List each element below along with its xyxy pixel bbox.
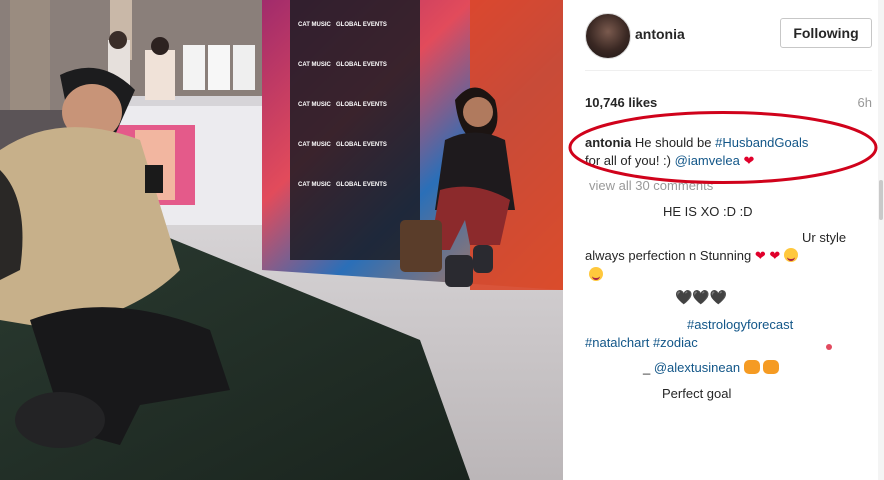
comment-mention[interactable]: @alextusinean: [654, 360, 740, 375]
svg-text:CAT MUSIC: CAT MUSIC: [298, 142, 332, 148]
post-sidebar: antonia Following 10,746 likes 6h antoni…: [563, 0, 884, 480]
comment-mention-line: _ @alextusinean: [643, 359, 780, 377]
svg-text:CAT MUSIC: CAT MUSIC: [298, 62, 332, 68]
comment-text: Perfect goal: [662, 386, 732, 401]
kissing-face-emoji-icon: [783, 248, 798, 262]
black-hearts-emoji-icon: 🖤🖤🖤: [675, 289, 728, 305]
comment-text-line: always perfection n Stunning ❤ ❤: [585, 247, 798, 265]
comments-scrollbar[interactable]: [878, 0, 884, 480]
svg-text:GLOBAL EVENTS: GLOBAL EVENTS: [336, 62, 387, 68]
comment-text: HE IS XO :D :D: [663, 204, 753, 219]
comment-text: Ur style: [802, 230, 847, 245]
svg-text:CAT MUSIC: CAT MUSIC: [298, 22, 332, 28]
avatar[interactable]: [585, 13, 631, 59]
post-username[interactable]: antonia: [635, 26, 685, 42]
hashtag-zodiac[interactable]: #zodiac: [653, 335, 698, 350]
heart-emoji-icon: ❤ ❤: [754, 248, 781, 263]
following-button[interactable]: Following: [780, 18, 872, 48]
svg-text:GLOBAL EVENTS: GLOBAL EVENTS: [336, 142, 387, 148]
kissing-face-emoji-icon: [589, 266, 603, 284]
svg-text:GLOBAL EVENTS: GLOBAL EVENTS: [336, 102, 387, 108]
comment-hashtags: #natalchart #zodiac: [585, 334, 698, 352]
header-divider: [585, 70, 872, 71]
svg-text:CAT MUSIC: CAT MUSIC: [298, 182, 332, 188]
photo-scene: CAT MUSIC GLOBAL EVENTS CAT MUSIC GLOBAL E…: [0, 0, 563, 480]
tiger-emoji-icon: [763, 360, 780, 374]
hashtag-astrologyforecast[interactable]: #astrologyforecast: [687, 316, 793, 334]
scrollbar-thumb[interactable]: [879, 180, 883, 220]
hashtag-natalchart[interactable]: #natalchart: [585, 335, 649, 350]
svg-text:CAT MUSIC: CAT MUSIC: [298, 102, 332, 108]
likes-count[interactable]: 10,746 likes: [585, 95, 657, 110]
comment-prefix: _: [643, 360, 651, 375]
comment-text: always perfection n Stunning: [585, 248, 752, 263]
post-photo[interactable]: CAT MUSIC GLOBAL EVENTS CAT MUSIC GLOBAL E…: [0, 0, 563, 480]
annotation-ellipse: [568, 111, 878, 184]
tiger-emoji-icon: [743, 360, 760, 374]
svg-text:GLOBAL EVENTS: GLOBAL EVENTS: [336, 22, 387, 28]
svg-text:GLOBAL EVENTS: GLOBAL EVENTS: [336, 182, 387, 188]
dot-emoji-icon: [826, 344, 832, 350]
post-time[interactable]: 6h: [858, 95, 872, 110]
